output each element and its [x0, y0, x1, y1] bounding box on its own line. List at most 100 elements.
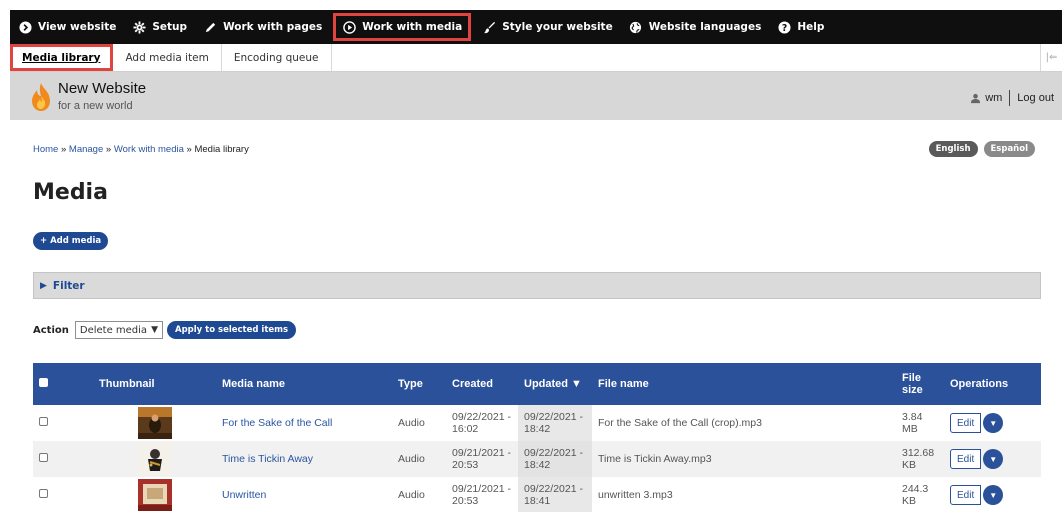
flame-logo-icon[interactable]	[30, 82, 52, 112]
updated-cell: 09/22/2021 - 18:42	[518, 441, 592, 477]
collapse-tray-icon[interactable]: |⇐	[1040, 44, 1062, 71]
language-espanol[interactable]: Español	[983, 141, 1035, 157]
media-name-cell: For the Sake of the Call	[216, 405, 392, 441]
operations-group: Edit ▼	[950, 413, 1004, 433]
created-cell: 09/21/2021 - 20:53	[446, 477, 518, 512]
media-name-cell: Unwritten	[216, 477, 392, 512]
chevron-down-icon[interactable]: ▼	[983, 485, 1004, 505]
row-checkbox[interactable]	[39, 489, 48, 498]
media-name-link[interactable]: For the Sake of the Call	[222, 417, 332, 429]
edit-button[interactable]: Edit	[950, 413, 982, 433]
row-checkbox[interactable]	[39, 453, 48, 462]
file-name-cell: unwritten 3.mp3	[592, 477, 896, 512]
row-checkbox[interactable]	[39, 417, 48, 426]
username-link[interactable]: wm	[985, 92, 1002, 104]
row-select-cell	[33, 477, 93, 512]
breadcrumb-work-with-media[interactable]: Work with media	[114, 144, 184, 155]
header-thumbnail[interactable]: Thumbnail	[93, 363, 216, 405]
action-select[interactable]: Delete media ▼	[74, 321, 163, 339]
toolbar-setup-label: Setup	[152, 21, 188, 33]
header-updated[interactable]: Updated ▼	[518, 363, 592, 405]
header-operations: Operations	[944, 363, 1041, 405]
select-all-checkbox[interactable]	[39, 378, 48, 387]
toolbar-website-languages-label: Website languages	[648, 21, 762, 33]
breadcrumb-separator: »	[60, 144, 67, 155]
updated-cell: 09/22/2021 - 18:42	[518, 405, 592, 441]
header-created[interactable]: Created	[446, 363, 518, 405]
toolbar-setup[interactable]: Setup	[124, 10, 195, 44]
toolbar-help-label: Help	[797, 21, 825, 33]
thumbnail-image[interactable]	[137, 443, 172, 475]
user-icon	[970, 93, 981, 104]
select-all-cell	[33, 363, 93, 405]
play-icon	[342, 20, 356, 34]
toolbar-tray: Media library Add media item Encoding qu…	[10, 44, 1062, 72]
tray-encoding-queue[interactable]: Encoding queue	[222, 44, 332, 71]
edit-button[interactable]: Edit	[950, 449, 982, 469]
bulk-action-row: Action Delete media ▼ Apply to selected …	[33, 321, 297, 339]
thumbnail-cell	[93, 441, 216, 477]
header-file-size[interactable]: File size	[896, 363, 944, 405]
header-type[interactable]: Type	[392, 363, 446, 405]
thumbnail-cell	[93, 477, 216, 512]
toolbar-style-website-label: Style your website	[502, 21, 613, 33]
tray-media-library[interactable]: Media library	[10, 44, 114, 71]
created-cell: 09/21/2021 - 20:53	[446, 441, 518, 477]
toolbar-view-website[interactable]: View website	[10, 10, 124, 44]
help-icon: ?	[777, 20, 791, 34]
toolbar-view-website-label: View website	[38, 21, 117, 33]
logout-link[interactable]: Log out	[1017, 92, 1054, 104]
pencil-icon	[203, 20, 217, 34]
breadcrumb: Home » Manage » Work with media » Media …	[33, 144, 249, 155]
toolbar-work-with-pages[interactable]: Work with pages	[195, 10, 330, 44]
operations-cell: Edit ▼	[944, 441, 1041, 477]
toolbar-work-with-media[interactable]: Work with media	[330, 10, 474, 44]
table-row: Time is Tickin Away Audio 09/21/2021 - 2…	[33, 441, 1041, 477]
operations-group: Edit ▼	[950, 485, 1004, 505]
thumbnail-image[interactable]	[137, 479, 172, 511]
chevron-down-icon[interactable]: ▼	[983, 449, 1004, 469]
site-name[interactable]: New Website	[58, 80, 146, 97]
language-english[interactable]: English	[928, 141, 978, 157]
triangle-right-icon: ▶	[40, 280, 47, 291]
table-row: Unwritten Audio 09/21/2021 - 20:53 09/22…	[33, 477, 1041, 512]
media-name-link[interactable]: Unwritten	[222, 489, 266, 501]
toolbar-style-website[interactable]: Style your website	[474, 10, 621, 44]
header-file-name[interactable]: File name	[592, 363, 896, 405]
user-area: wm Log out	[970, 90, 1054, 106]
site-slogan: for a new world	[58, 100, 133, 112]
filter-toggle[interactable]: ▶ Filter	[33, 272, 1041, 299]
breadcrumb-manage[interactable]: Manage	[69, 144, 103, 155]
type-cell: Audio	[392, 477, 446, 512]
media-name-link[interactable]: Time is Tickin Away	[222, 453, 313, 465]
header-media-name[interactable]: Media name	[216, 363, 392, 405]
row-select-cell	[33, 405, 93, 441]
type-cell: Audio	[392, 405, 446, 441]
thumbnail-cell	[93, 405, 216, 441]
file-size-cell: 244.3 KB	[896, 477, 944, 512]
breadcrumb-separator: »	[186, 144, 192, 155]
brush-icon	[482, 20, 496, 34]
gear-icon	[132, 20, 146, 34]
chevron-down-icon[interactable]: ▼	[983, 413, 1004, 433]
file-name-cell: For the Sake of the Call (crop).mp3	[592, 405, 896, 441]
updated-cell: 09/22/2021 - 18:41	[518, 477, 592, 512]
breadcrumb-separator: »	[105, 144, 112, 155]
table-row: For the Sake of the Call Audio 09/22/202…	[33, 405, 1041, 441]
add-media-button[interactable]: + Add media	[33, 232, 109, 250]
file-size-cell: 312.68 KB	[896, 441, 944, 477]
apply-to-selected-button[interactable]: Apply to selected items	[166, 321, 297, 339]
globe-icon	[629, 20, 643, 34]
divider	[1009, 90, 1011, 106]
toolbar-help[interactable]: ? Help	[769, 10, 832, 44]
thumbnail-image[interactable]	[137, 407, 172, 439]
header-file-size-line1: File	[902, 372, 921, 384]
tray-add-media-item[interactable]: Add media item	[113, 44, 222, 71]
admin-toolbar: View website Setup Work with pages Work …	[10, 10, 1062, 44]
page-title: Media	[33, 180, 108, 205]
edit-button[interactable]: Edit	[950, 485, 982, 505]
media-name-cell: Time is Tickin Away	[216, 441, 392, 477]
action-label: Action	[33, 324, 69, 336]
toolbar-website-languages[interactable]: Website languages	[621, 10, 770, 44]
breadcrumb-home[interactable]: Home	[33, 144, 58, 155]
